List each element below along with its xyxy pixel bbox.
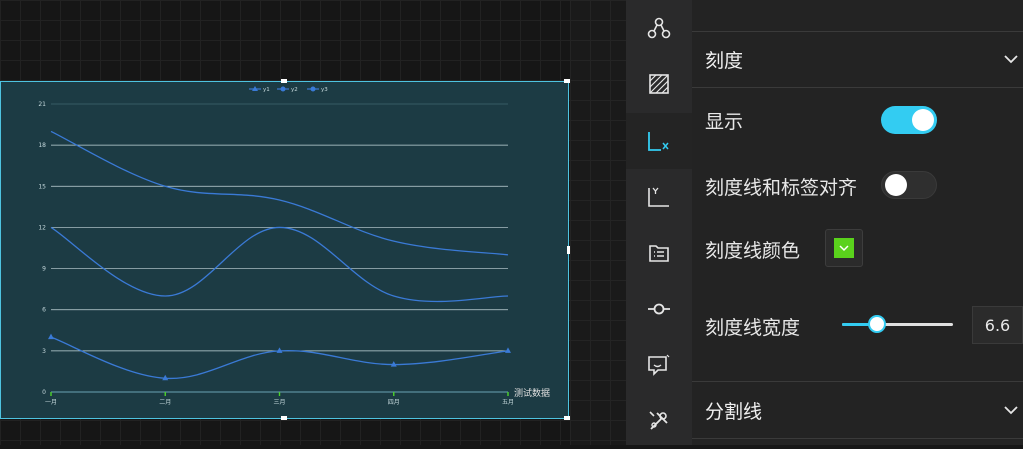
tick-width-input[interactable]: 6.6 bbox=[972, 306, 1023, 344]
chevron-down-icon bbox=[839, 245, 849, 252]
x-axis-icon bbox=[648, 132, 669, 151]
x-tick-label: 四月 bbox=[388, 399, 400, 406]
section-title-tick: 刻度 bbox=[705, 49, 744, 72]
tick-color-picker[interactable] bbox=[825, 229, 863, 267]
data-point-y1 bbox=[48, 333, 54, 340]
tick-color-label: 刻度线颜色 bbox=[705, 240, 801, 262]
legend-marker-y3 bbox=[310, 86, 316, 92]
series-line-y1 bbox=[50, 336, 509, 379]
rail-item-legend[interactable] bbox=[626, 225, 692, 281]
x-tick-label: 三月 bbox=[273, 399, 285, 406]
color-swatch bbox=[834, 238, 854, 258]
show-toggle[interactable] bbox=[881, 106, 937, 134]
data-point-y1 bbox=[505, 347, 511, 353]
rail-item-nodes[interactable] bbox=[626, 0, 692, 56]
x-tick-label: 一月 bbox=[45, 399, 57, 406]
slider-thumb[interactable] bbox=[868, 315, 886, 333]
x-tick-label: 五月 bbox=[502, 399, 514, 406]
rail-item-y-axis[interactable] bbox=[626, 169, 692, 225]
y-tick-label: 0 bbox=[42, 389, 46, 396]
legend-marker-y2 bbox=[280, 86, 286, 92]
series-line-y3 bbox=[50, 130, 509, 256]
line-chart-component[interactable]: 0 3 6 9 12 15 18 21 一月 二月 三月 四月 五月 测试数据 y1 y2 y3 bbox=[0, 81, 569, 419]
resize-handle-bottom-right[interactable] bbox=[564, 416, 570, 420]
y-tick-label: 9 bbox=[42, 266, 46, 273]
legend-label-y2: y2 bbox=[291, 87, 298, 93]
rail-item-x-axis[interactable] bbox=[626, 113, 692, 169]
properties-panel: 刻度 显示 刻度线和标签对齐 刻度线颜色 刻度线宽度 6.6 分割线 bbox=[692, 0, 1023, 445]
toggle-knob bbox=[885, 174, 907, 196]
resize-handle-top[interactable] bbox=[281, 79, 287, 83]
tooltip-icon bbox=[648, 354, 670, 376]
editor-canvas-margin bbox=[570, 0, 626, 445]
y-tick-label: 15 bbox=[38, 183, 46, 190]
show-label: 显示 bbox=[705, 111, 744, 133]
tick-width-slider[interactable] bbox=[842, 323, 953, 326]
align-label: 刻度线和标签对齐 bbox=[705, 177, 858, 199]
section-divider bbox=[692, 87, 1023, 88]
x-axis-title: 测试数据 bbox=[514, 387, 550, 399]
nodes-icon bbox=[647, 17, 671, 39]
resize-handle-bottom[interactable] bbox=[281, 416, 287, 420]
section-header-split-line[interactable]: 分割线 bbox=[692, 382, 1023, 438]
series-line-y2 bbox=[50, 226, 509, 303]
data-point-y1 bbox=[390, 361, 397, 367]
rail-item-tooltip[interactable] bbox=[626, 337, 692, 393]
texture-icon bbox=[649, 74, 669, 94]
section-title-split-line: 分割线 bbox=[705, 400, 763, 423]
toggle-knob bbox=[912, 109, 934, 131]
chevron-down-icon bbox=[1004, 406, 1018, 415]
y-tick-label: 6 bbox=[42, 307, 46, 314]
config-category-rail bbox=[626, 0, 692, 445]
axis-pointer-icon bbox=[648, 303, 670, 315]
rail-item-axis-pointer[interactable] bbox=[626, 281, 692, 337]
rail-item-texture[interactable] bbox=[626, 56, 692, 112]
y-tick-label: 18 bbox=[38, 142, 46, 149]
legend-label-y3: y3 bbox=[321, 87, 328, 93]
y-tick-label: 3 bbox=[42, 348, 46, 355]
resize-handle-right[interactable] bbox=[567, 246, 570, 254]
y-tick-label: 21 bbox=[38, 101, 46, 108]
line-chart: 0 3 6 9 12 15 18 21 一月 二月 三月 四月 五月测试数据 y1 y2 y3 bbox=[38, 86, 550, 406]
rail-item-tools[interactable] bbox=[626, 393, 692, 449]
x-tick-label: 二月 bbox=[159, 399, 171, 406]
legend-list-icon bbox=[649, 245, 669, 262]
legend-label-y1: y1 bbox=[263, 87, 270, 93]
y-tick-label: 12 bbox=[38, 224, 46, 231]
section-divider bbox=[692, 438, 1023, 439]
align-toggle[interactable] bbox=[881, 171, 937, 199]
tools-icon bbox=[649, 411, 668, 430]
y-axis-icon bbox=[648, 187, 669, 207]
resize-handle-top-right[interactable] bbox=[564, 79, 570, 83]
section-header-tick[interactable]: 刻度 bbox=[692, 31, 1023, 87]
tick-width-label: 刻度线宽度 bbox=[705, 317, 801, 339]
chevron-down-icon bbox=[1004, 55, 1018, 64]
